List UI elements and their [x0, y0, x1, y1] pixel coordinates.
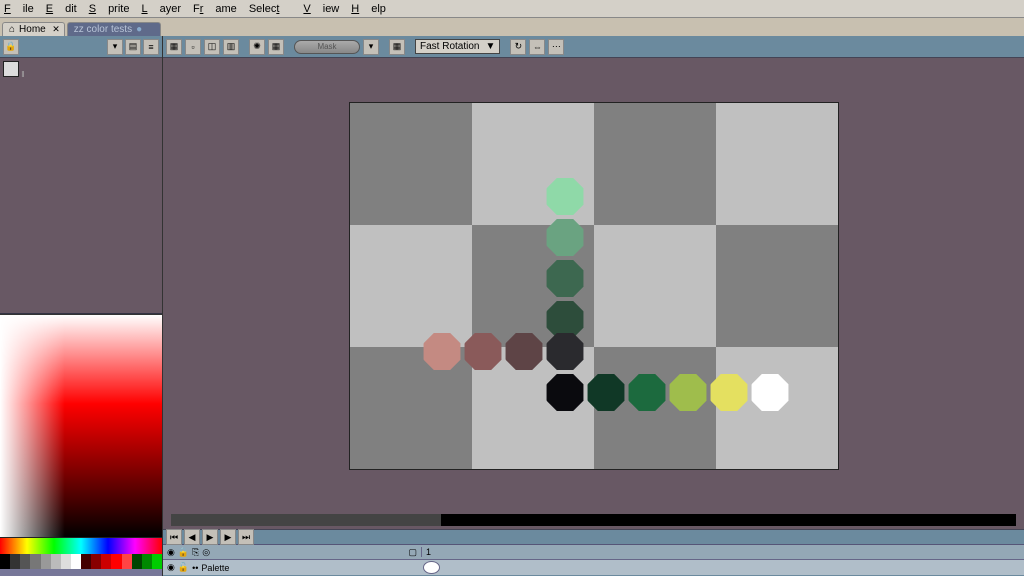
- rotation-dropdown[interactable]: Fast Rotation ▼: [415, 39, 500, 54]
- scroll-thumb[interactable]: [171, 514, 441, 526]
- close-icon[interactable]: ✕: [52, 24, 60, 35]
- flip-icon[interactable]: ⇔: [529, 39, 545, 55]
- swatch-row: [0, 554, 162, 569]
- swatch[interactable]: [0, 554, 10, 569]
- menu-select[interactable]: Select: [249, 3, 292, 15]
- swatch[interactable]: [20, 554, 30, 569]
- context-toolbar: ▦ ▫ ◫ ▥ ✺ ▦ Mask ▾ ▦ Fast Rotation ▼ ↻ ⇔…: [163, 36, 1024, 58]
- chevron-down-icon: ▼: [485, 41, 495, 52]
- menu-bar: FFileile Edit Sprite Layer Frame Select …: [0, 0, 1024, 18]
- swatch[interactable]: [61, 554, 71, 569]
- hue-slider[interactable]: [0, 537, 162, 554]
- play-button[interactable]: ▶: [202, 529, 218, 545]
- menu-layer[interactable]: Layer: [141, 3, 181, 15]
- swatch[interactable]: [30, 554, 40, 569]
- mask-menu-icon[interactable]: ▾: [363, 39, 379, 55]
- last-frame-button[interactable]: ⏭: [238, 529, 254, 545]
- swatch[interactable]: [41, 554, 51, 569]
- eye-icon[interactable]: ◉: [167, 547, 175, 558]
- color-picker-gradient[interactable]: [0, 314, 162, 537]
- dirty-indicator: ●: [136, 24, 142, 35]
- tool-icon[interactable]: ▥: [223, 39, 239, 55]
- first-frame-button[interactable]: ⏮: [166, 529, 182, 545]
- menu-edit[interactable]: Edit: [46, 3, 77, 15]
- target-icon[interactable]: ◎: [202, 547, 210, 558]
- lock-icon[interactable]: 🔒: [178, 547, 189, 558]
- mask-dropdown[interactable]: Mask: [294, 40, 360, 54]
- cel[interactable]: [423, 561, 440, 574]
- menu-sprite[interactable]: Sprite: [89, 3, 130, 15]
- prev-frame-button[interactable]: ◀: [184, 529, 200, 545]
- swatch[interactable]: [101, 554, 111, 569]
- eye-icon[interactable]: ◉: [167, 562, 175, 573]
- dither-icon[interactable]: ▦: [268, 39, 284, 55]
- tab-label: Home: [19, 24, 46, 35]
- swatch[interactable]: [51, 554, 61, 569]
- left-sidebar: 🔒 ▾ ▤ ≡ ‖: [0, 36, 163, 576]
- canvas-area: [163, 58, 1024, 529]
- swatch[interactable]: [71, 554, 81, 569]
- sort-down-icon[interactable]: ▾: [107, 39, 123, 55]
- tab-home[interactable]: ⌂ Home ✕: [2, 22, 65, 36]
- swatch[interactable]: [111, 554, 121, 569]
- lock-icon[interactable]: 🔒: [3, 39, 19, 55]
- lock-icon[interactable]: 🔓: [178, 562, 189, 573]
- options-icon[interactable]: ▤: [125, 39, 141, 55]
- tool-icon[interactable]: ◫: [204, 39, 220, 55]
- tab-bar: ⌂ Home ✕ zz color tests ●: [0, 18, 1024, 36]
- swatch[interactable]: [122, 554, 132, 569]
- link-icon[interactable]: ⎘: [192, 547, 199, 558]
- tab-active-file[interactable]: zz color tests ●: [67, 22, 161, 36]
- sprite-canvas[interactable]: [349, 102, 839, 470]
- frame-number[interactable]: 1: [421, 547, 435, 557]
- timeline-header: ◉ 🔒 ⎘ ◎ ▢ 1: [163, 545, 1024, 560]
- swatch[interactable]: [10, 554, 20, 569]
- swatch[interactable]: [81, 554, 91, 569]
- add-layer-icon[interactable]: ▢: [408, 547, 417, 558]
- timeline-panel: ⏮ ◀ ▶ ▶ ⏭ ◉ 🔒 ⎘ ◎ ▢ 1 ◉: [163, 529, 1024, 576]
- next-frame-button[interactable]: ▶: [220, 529, 236, 545]
- rotate-icon[interactable]: ↻: [510, 39, 526, 55]
- tab-label: zz color tests: [74, 24, 132, 35]
- tool-icon[interactable]: ▫: [185, 39, 201, 55]
- rotation-label: Fast Rotation: [420, 41, 479, 52]
- more-icon[interactable]: ⋯: [548, 39, 564, 55]
- palette-toolbar: 🔒 ▾ ▤ ≡: [0, 36, 162, 58]
- swatch[interactable]: [91, 554, 101, 569]
- home-icon: ⌂: [9, 24, 15, 35]
- grid-icon[interactable]: ▦: [389, 39, 405, 55]
- timeline-layer-row[interactable]: ◉ 🔓 •• Palette: [163, 560, 1024, 575]
- layer-name[interactable]: Palette: [201, 563, 229, 573]
- palette-cursor: ‖: [21, 70, 24, 79]
- menu-frame[interactable]: Frame: [193, 3, 237, 15]
- swatch[interactable]: [152, 554, 162, 569]
- menu-icon[interactable]: ≡: [143, 39, 159, 55]
- palette-panel: ‖: [0, 58, 162, 314]
- swatch[interactable]: [132, 554, 142, 569]
- tool-icon[interactable]: ▦: [166, 39, 182, 55]
- current-swatch[interactable]: [3, 61, 19, 77]
- menu-help[interactable]: Help: [351, 3, 386, 15]
- menu-view[interactable]: View: [303, 3, 339, 15]
- brush-icon[interactable]: ✺: [249, 39, 265, 55]
- menu-file[interactable]: FFileile: [4, 3, 34, 15]
- swatch[interactable]: [142, 554, 152, 569]
- horizontal-scrollbar[interactable]: [171, 514, 1016, 526]
- link-icon[interactable]: ••: [192, 563, 198, 573]
